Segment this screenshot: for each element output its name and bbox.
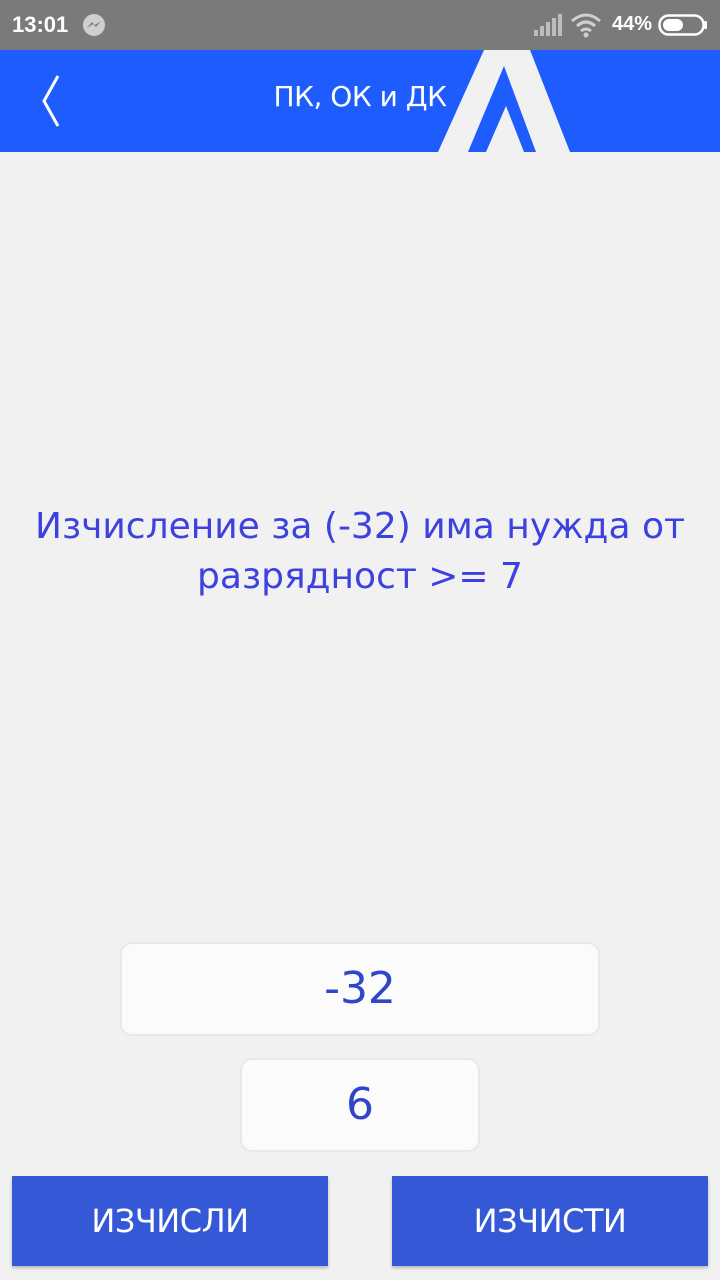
calculate-button[interactable]: ИЗЧИСЛИ (12, 1176, 328, 1266)
battery-percentage: 44% (612, 13, 653, 35)
result-message: Изчисление за (-32) има нужда от разрядн… (35, 506, 685, 597)
back-button[interactable] (24, 68, 84, 134)
chevron-left-icon (42, 75, 60, 127)
signal-icon (534, 14, 562, 36)
number-input[interactable]: -32 (120, 942, 600, 1036)
logo-a-icon (438, 50, 570, 152)
clear-button[interactable]: ИЗЧИСТИ (392, 1176, 708, 1266)
status-time: 13:01 (12, 12, 69, 37)
app-bar: ПК, ОК и ДК (0, 50, 720, 152)
messenger-icon (83, 14, 105, 36)
bit-width-input[interactable]: 6 (240, 1058, 480, 1152)
battery-icon (658, 14, 707, 36)
wifi-icon (571, 13, 601, 38)
status-bar: 13:01 44% (0, 0, 720, 50)
